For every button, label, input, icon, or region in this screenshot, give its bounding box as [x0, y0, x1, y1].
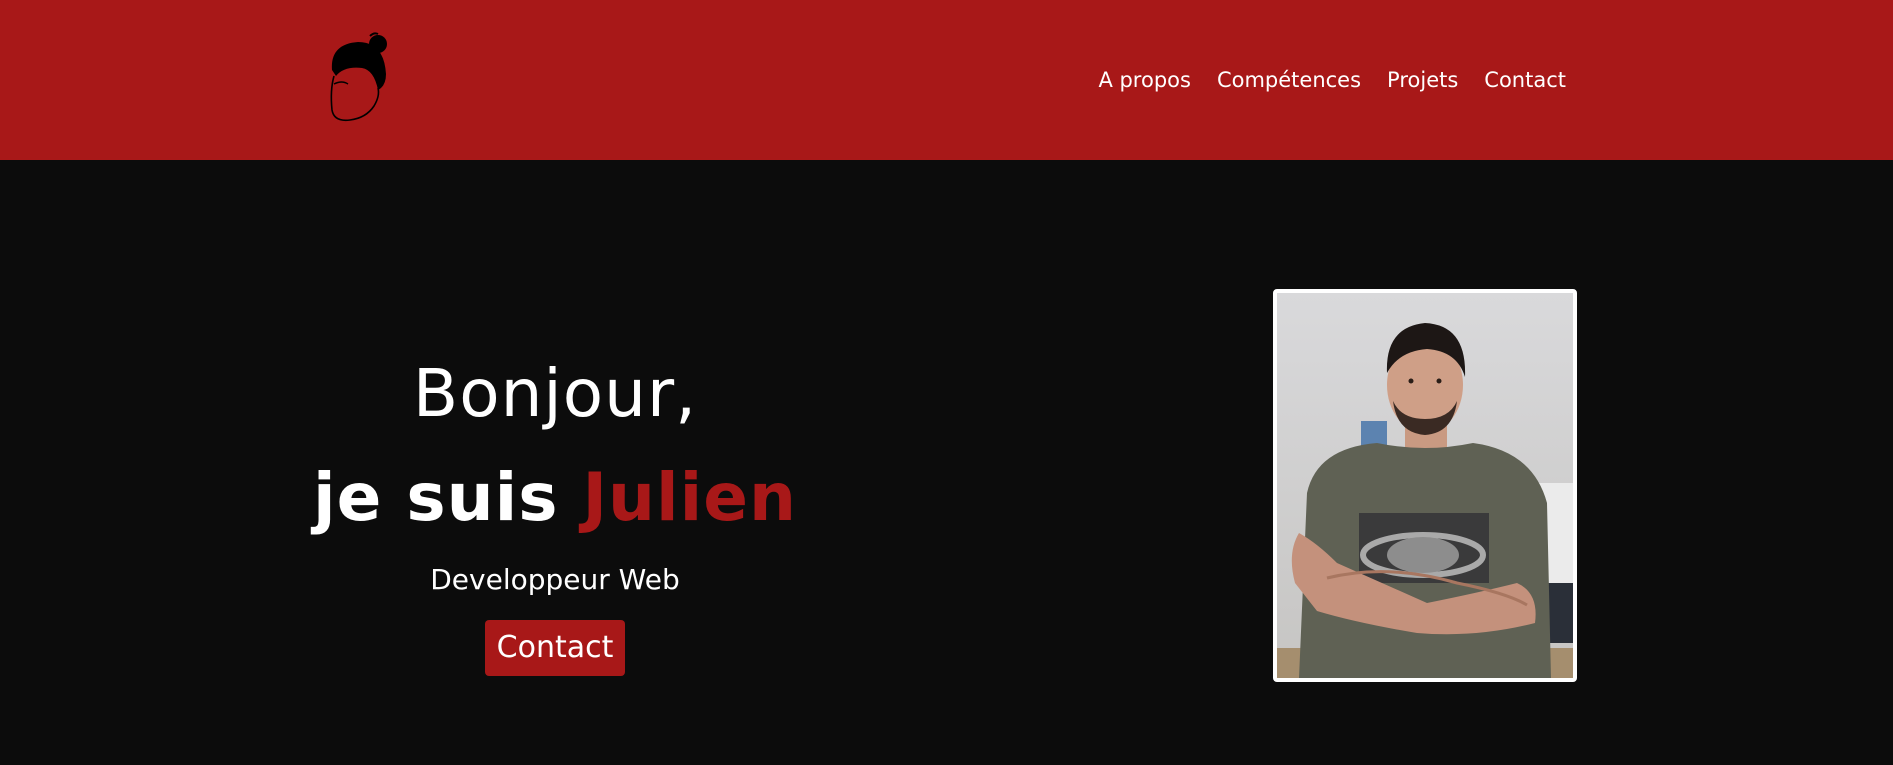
nav-item-a-propos[interactable]: A propos [1098, 62, 1191, 98]
contact-button[interactable]: Contact [484, 620, 626, 676]
profile-photo-graphic [1277, 293, 1573, 678]
hero-name: Julien [582, 459, 798, 536]
hero-role: Developpeur Web [430, 563, 680, 596]
nav-item-contact[interactable]: Contact [1484, 62, 1566, 98]
hero-text-block: Bonjour, je suis Julien Developpeur Web … [300, 342, 810, 676]
hero-greeting: Bonjour, [412, 355, 698, 432]
nav-item-competences[interactable]: Compétences [1217, 62, 1361, 98]
logo-icon[interactable] [322, 30, 394, 126]
hero-intro: je suis [312, 459, 583, 536]
main-nav: A propos Compétences Projets Contact [1098, 62, 1566, 98]
hero-name-line: je suis Julien [300, 446, 810, 550]
hero-section: Bonjour, je suis Julien Developpeur Web … [0, 160, 1893, 765]
site-header: A propos Compétences Projets Contact [0, 0, 1893, 160]
avatar-logo-graphic [330, 32, 387, 122]
nav-item-projets[interactable]: Projets [1387, 62, 1458, 98]
profile-photo [1273, 289, 1577, 682]
